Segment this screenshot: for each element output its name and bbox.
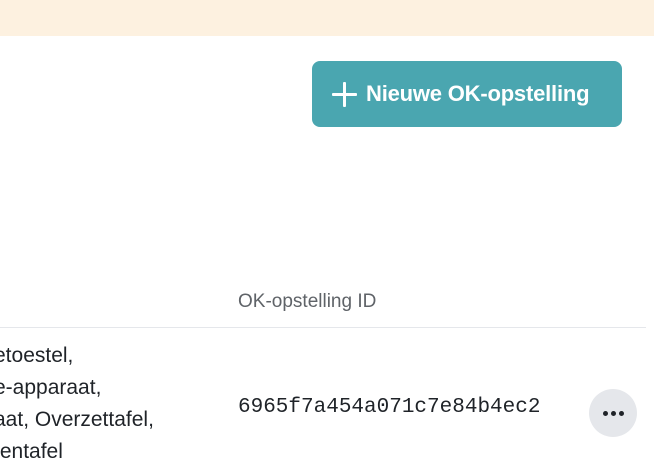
column-header-ok-setup-id: OK-opstelling ID — [238, 291, 377, 312]
equipment-line: aat, Overzettafel, — [0, 408, 154, 431]
plus-icon — [332, 81, 357, 107]
table-header-divider — [0, 327, 646, 328]
equipment-line: etoestel, — [0, 344, 74, 367]
new-ok-setup-button-label: Nieuwe OK-opstelling — [366, 81, 590, 106]
equipment-cell: etoestel, e-apparaat, aat, Overzettafel,… — [0, 340, 224, 468]
more-horizontal-icon — [601, 410, 625, 416]
equipment-line: tentafel — [0, 440, 63, 463]
ok-setup-id-cell: 6965f7a454a071c7e84b4ec2 — [238, 396, 541, 419]
notification-banner — [0, 0, 654, 36]
equipment-line: e-apparaat, — [0, 376, 102, 399]
row-actions-button[interactable] — [589, 389, 637, 437]
new-ok-setup-button[interactable]: Nieuwe OK-opstelling — [312, 61, 622, 127]
